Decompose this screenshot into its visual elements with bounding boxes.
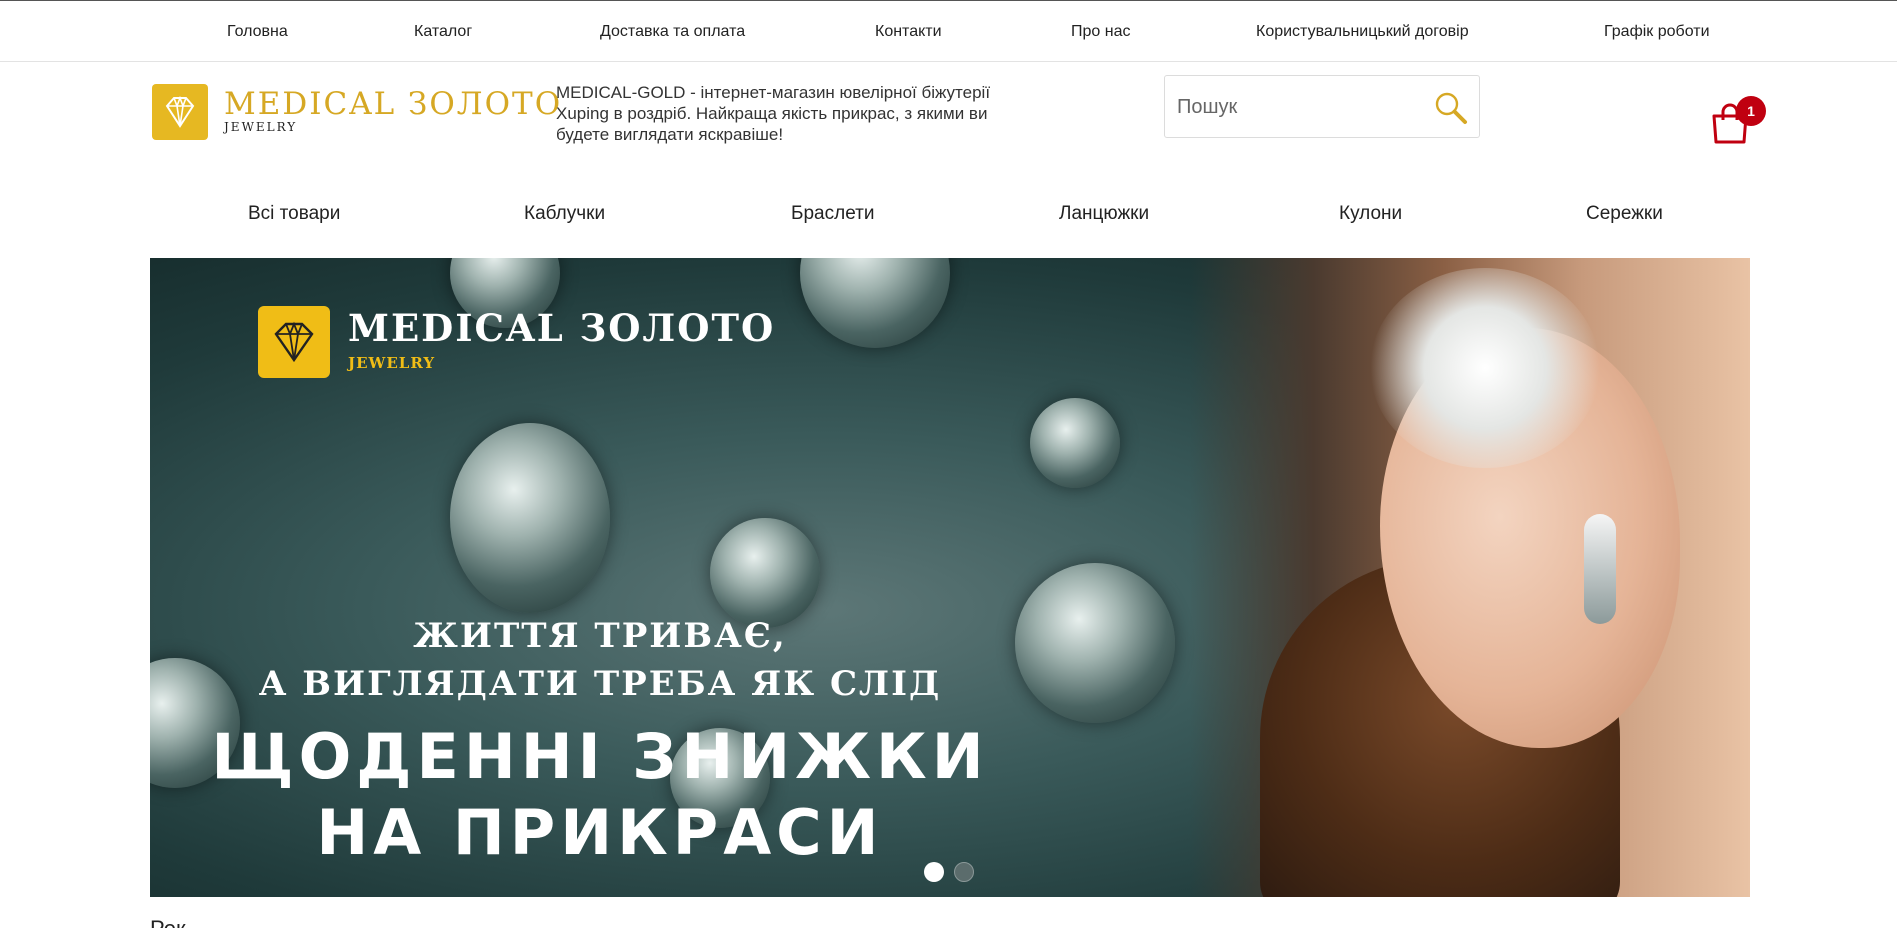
banner-promo-line-1: ЩОДЕННІ ЗНИЖКИ	[211, 720, 989, 793]
diamond-decoration	[800, 258, 950, 348]
banner-headline-line-1: ЖИТТЯ ТРИВАЄ,	[413, 616, 787, 656]
top-nav-contacts[interactable]: Контакти	[875, 23, 942, 41]
top-nav-delivery[interactable]: Доставка та оплата	[600, 23, 745, 41]
top-nav-catalog[interactable]: Каталог	[414, 23, 472, 41]
banner-headline-line-2: А ВИГЛЯДАТИ ТРЕБА ЯК СЛІД	[258, 664, 942, 704]
logo-badge	[152, 84, 208, 140]
top-navigation: Головна Каталог Доставка та оплата Конта…	[0, 0, 1897, 62]
banner-logo-badge	[258, 306, 330, 378]
top-nav-home[interactable]: Головна	[227, 23, 288, 41]
category-chains[interactable]: Ланцюжки	[1059, 203, 1149, 225]
logo-subtitle: JEWELRY	[224, 120, 298, 134]
top-nav-about[interactable]: Про нас	[1071, 23, 1130, 41]
search-button[interactable]	[1433, 90, 1469, 126]
promo-banner-slider[interactable]: MEDICAL ЗОЛОТО JEWELRY ЖИТТЯ ТРИВАЄ, А В…	[150, 258, 1750, 897]
banner-logo-title: MEDICAL ЗОЛОТО	[348, 306, 776, 350]
diamond-icon	[165, 95, 195, 128]
category-earrings[interactable]: Сережки	[1586, 203, 1663, 225]
banner-promo-line-2: НА ПРИКРАСИ	[316, 796, 884, 869]
slider-dot-2[interactable]	[954, 862, 974, 882]
search-box	[1164, 75, 1480, 138]
diamond-decoration	[1030, 398, 1120, 488]
category-all-products[interactable]: Всі товари	[248, 203, 340, 225]
hair-flower-decoration	[1370, 268, 1600, 468]
slider-dot-1[interactable]	[924, 862, 944, 882]
diamond-decoration	[710, 518, 820, 628]
section-heading-partial: Рек...	[150, 916, 204, 928]
cart-count-badge: 1	[1736, 96, 1766, 126]
top-nav-user-agreement[interactable]: Користувальницький договір	[1256, 23, 1469, 41]
site-tagline: MEDICAL-GOLD - інтернет-магазин ювелірно…	[556, 83, 991, 144]
top-nav-schedule[interactable]: Графік роботи	[1604, 23, 1710, 41]
cart-button[interactable]: 1	[1710, 96, 1766, 144]
category-bracelets[interactable]: Браслети	[791, 203, 874, 225]
category-pendants[interactable]: Кулони	[1339, 203, 1402, 225]
earring-decoration	[1584, 514, 1616, 624]
logo-title: MEDICAL ЗОЛОТО	[224, 86, 563, 122]
category-rings[interactable]: Каблучки	[524, 203, 605, 225]
banner-logo-subtitle: JEWELRY	[348, 354, 436, 372]
site-logo[interactable]: MEDICAL ЗОЛОТО JEWELRY	[152, 84, 560, 140]
slider-pagination	[924, 862, 984, 884]
search-input[interactable]	[1177, 91, 1417, 123]
diamond-decoration	[450, 423, 610, 613]
search-icon	[1435, 92, 1467, 124]
diamond-icon	[274, 321, 314, 363]
